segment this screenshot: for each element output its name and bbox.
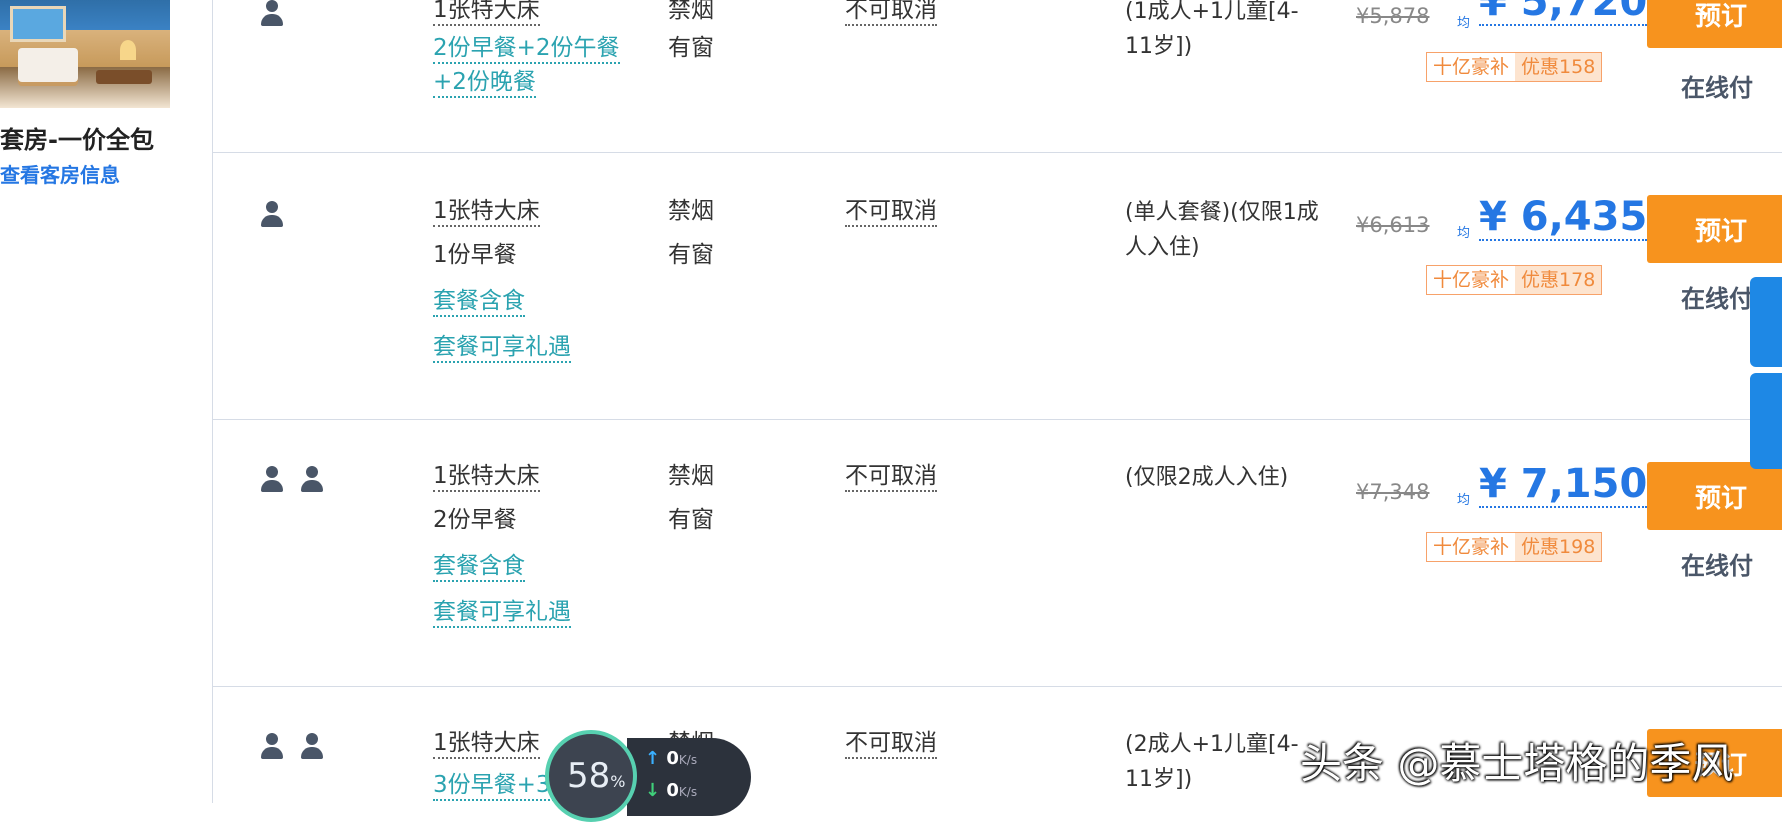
floating-side-tab[interactable] [1750,277,1782,367]
average-label: 均 [1457,493,1471,508]
book-button[interactable]: 预订 [1647,0,1782,48]
package-perks-link[interactable]: 套餐可享礼遇 [433,333,571,363]
smoking-policy: 禁烟 [668,198,714,224]
meal-info: 1份早餐 [433,242,517,268]
network-speed-widget[interactable]: 58% ↑ 0K/s ↓ 0K/s [545,730,755,822]
bed-type[interactable]: 1张特大床 [433,729,540,759]
price[interactable]: ¥ 7,150 [1479,462,1648,508]
rate-row: 1张特大床 1份早餐 套餐含食 套餐可享礼遇 禁烟 有窗 不可取消 (单人套餐)… [213,153,1782,419]
original-price: ¥5,878 [1356,4,1430,28]
book-button[interactable]: 预订 [1647,195,1782,263]
package-meal-link[interactable]: 套餐含食 [433,552,525,582]
occupancy-note: (2成人+1儿童[4-11岁]) [1125,732,1299,792]
window-info: 有窗 [668,507,714,533]
promo-badge: 十亿豪补 优惠198 [1426,532,1603,562]
smoking-policy: 禁烟 [668,463,714,489]
usage-percent: 58% [567,756,626,796]
package-meal-link[interactable]: 套餐含食 [433,287,525,317]
occupancy-note: (1成人+1儿童[4-11岁]) [1125,0,1299,59]
smoking-policy: 禁烟 [668,0,714,23]
cancel-policy[interactable]: 不可取消 [845,0,937,26]
cancel-policy[interactable]: 不可取消 [845,197,937,227]
meal-package-link[interactable]: +2份晚餐 [433,68,536,98]
promo-discount: 优惠178 [1515,266,1602,294]
window-info: 有窗 [668,242,714,268]
original-price: ¥6,613 [1356,213,1430,237]
book-button[interactable]: 预订 [1647,462,1782,530]
room-name: 套房-一价全包 [0,126,154,154]
person-icon [299,733,325,759]
upload-arrow-icon: ↑ [645,748,661,769]
meal-info: 2份早餐 [433,507,517,533]
floating-side-tab[interactable] [1750,373,1782,469]
download-speed: ↓ 0K/s [645,780,698,801]
room-info-link[interactable]: 查看客房信息 [0,159,120,188]
person-icon [259,201,285,227]
upload-speed: ↑ 0K/s [645,748,698,769]
pay-online-label: 在线付 [1681,74,1753,102]
person-icon [259,466,285,492]
promo-discount: 优惠158 [1515,53,1602,81]
price[interactable]: ¥ 5,720 [1479,0,1648,26]
cancel-policy[interactable]: 不可取消 [845,729,937,759]
bed-type[interactable]: 1张特大床 [433,0,540,26]
bed-type[interactable]: 1张特大床 [433,197,540,227]
price[interactable]: ¥ 6,435 [1479,195,1648,241]
rate-row: 1张特大床 2份早餐+2份午餐 +2份晚餐 禁烟 有窗 不可取消 (1成人+1儿… [213,0,1782,150]
promo-discount: 优惠198 [1515,533,1602,561]
guest-capacity [259,0,285,26]
occupancy-note: (单人套餐)(仅限1成人入住) [1125,200,1319,260]
pay-online-label: 在线付 [1681,285,1753,313]
person-icon [259,733,285,759]
bed-type[interactable]: 1张特大床 [433,462,540,492]
average-label: 均 [1457,16,1471,31]
promo-label: 十亿豪补 [1427,266,1516,294]
promo-badge: 十亿豪补 优惠158 [1426,52,1603,82]
window-info: 有窗 [668,35,714,61]
meal-package-link[interactable]: 2份早餐+2份午餐 [433,34,620,64]
promo-badge: 十亿豪补 优惠178 [1426,265,1603,295]
room-photo[interactable] [0,0,170,108]
pay-online-label: 在线付 [1681,552,1753,580]
person-icon [299,466,325,492]
download-arrow-icon: ↓ [645,780,661,801]
cancel-policy[interactable]: 不可取消 [845,462,937,492]
guest-capacity [259,466,325,492]
average-label: 均 [1457,226,1471,241]
person-icon [259,0,285,26]
watermark: 头条 @慕士塔格的季风 [1300,739,1734,788]
original-price: ¥7,348 [1356,480,1430,504]
occupancy-note: (仅限2成人入住) [1125,465,1289,490]
promo-label: 十亿豪补 [1427,53,1516,81]
rate-row: 1张特大床 2份早餐 套餐含食 套餐可享礼遇 禁烟 有窗 不可取消 (仅限2成人… [213,420,1782,686]
promo-label: 十亿豪补 [1427,533,1516,561]
package-perks-link[interactable]: 套餐可享礼遇 [433,598,571,628]
guest-capacity [259,201,285,227]
guest-capacity [259,733,325,759]
